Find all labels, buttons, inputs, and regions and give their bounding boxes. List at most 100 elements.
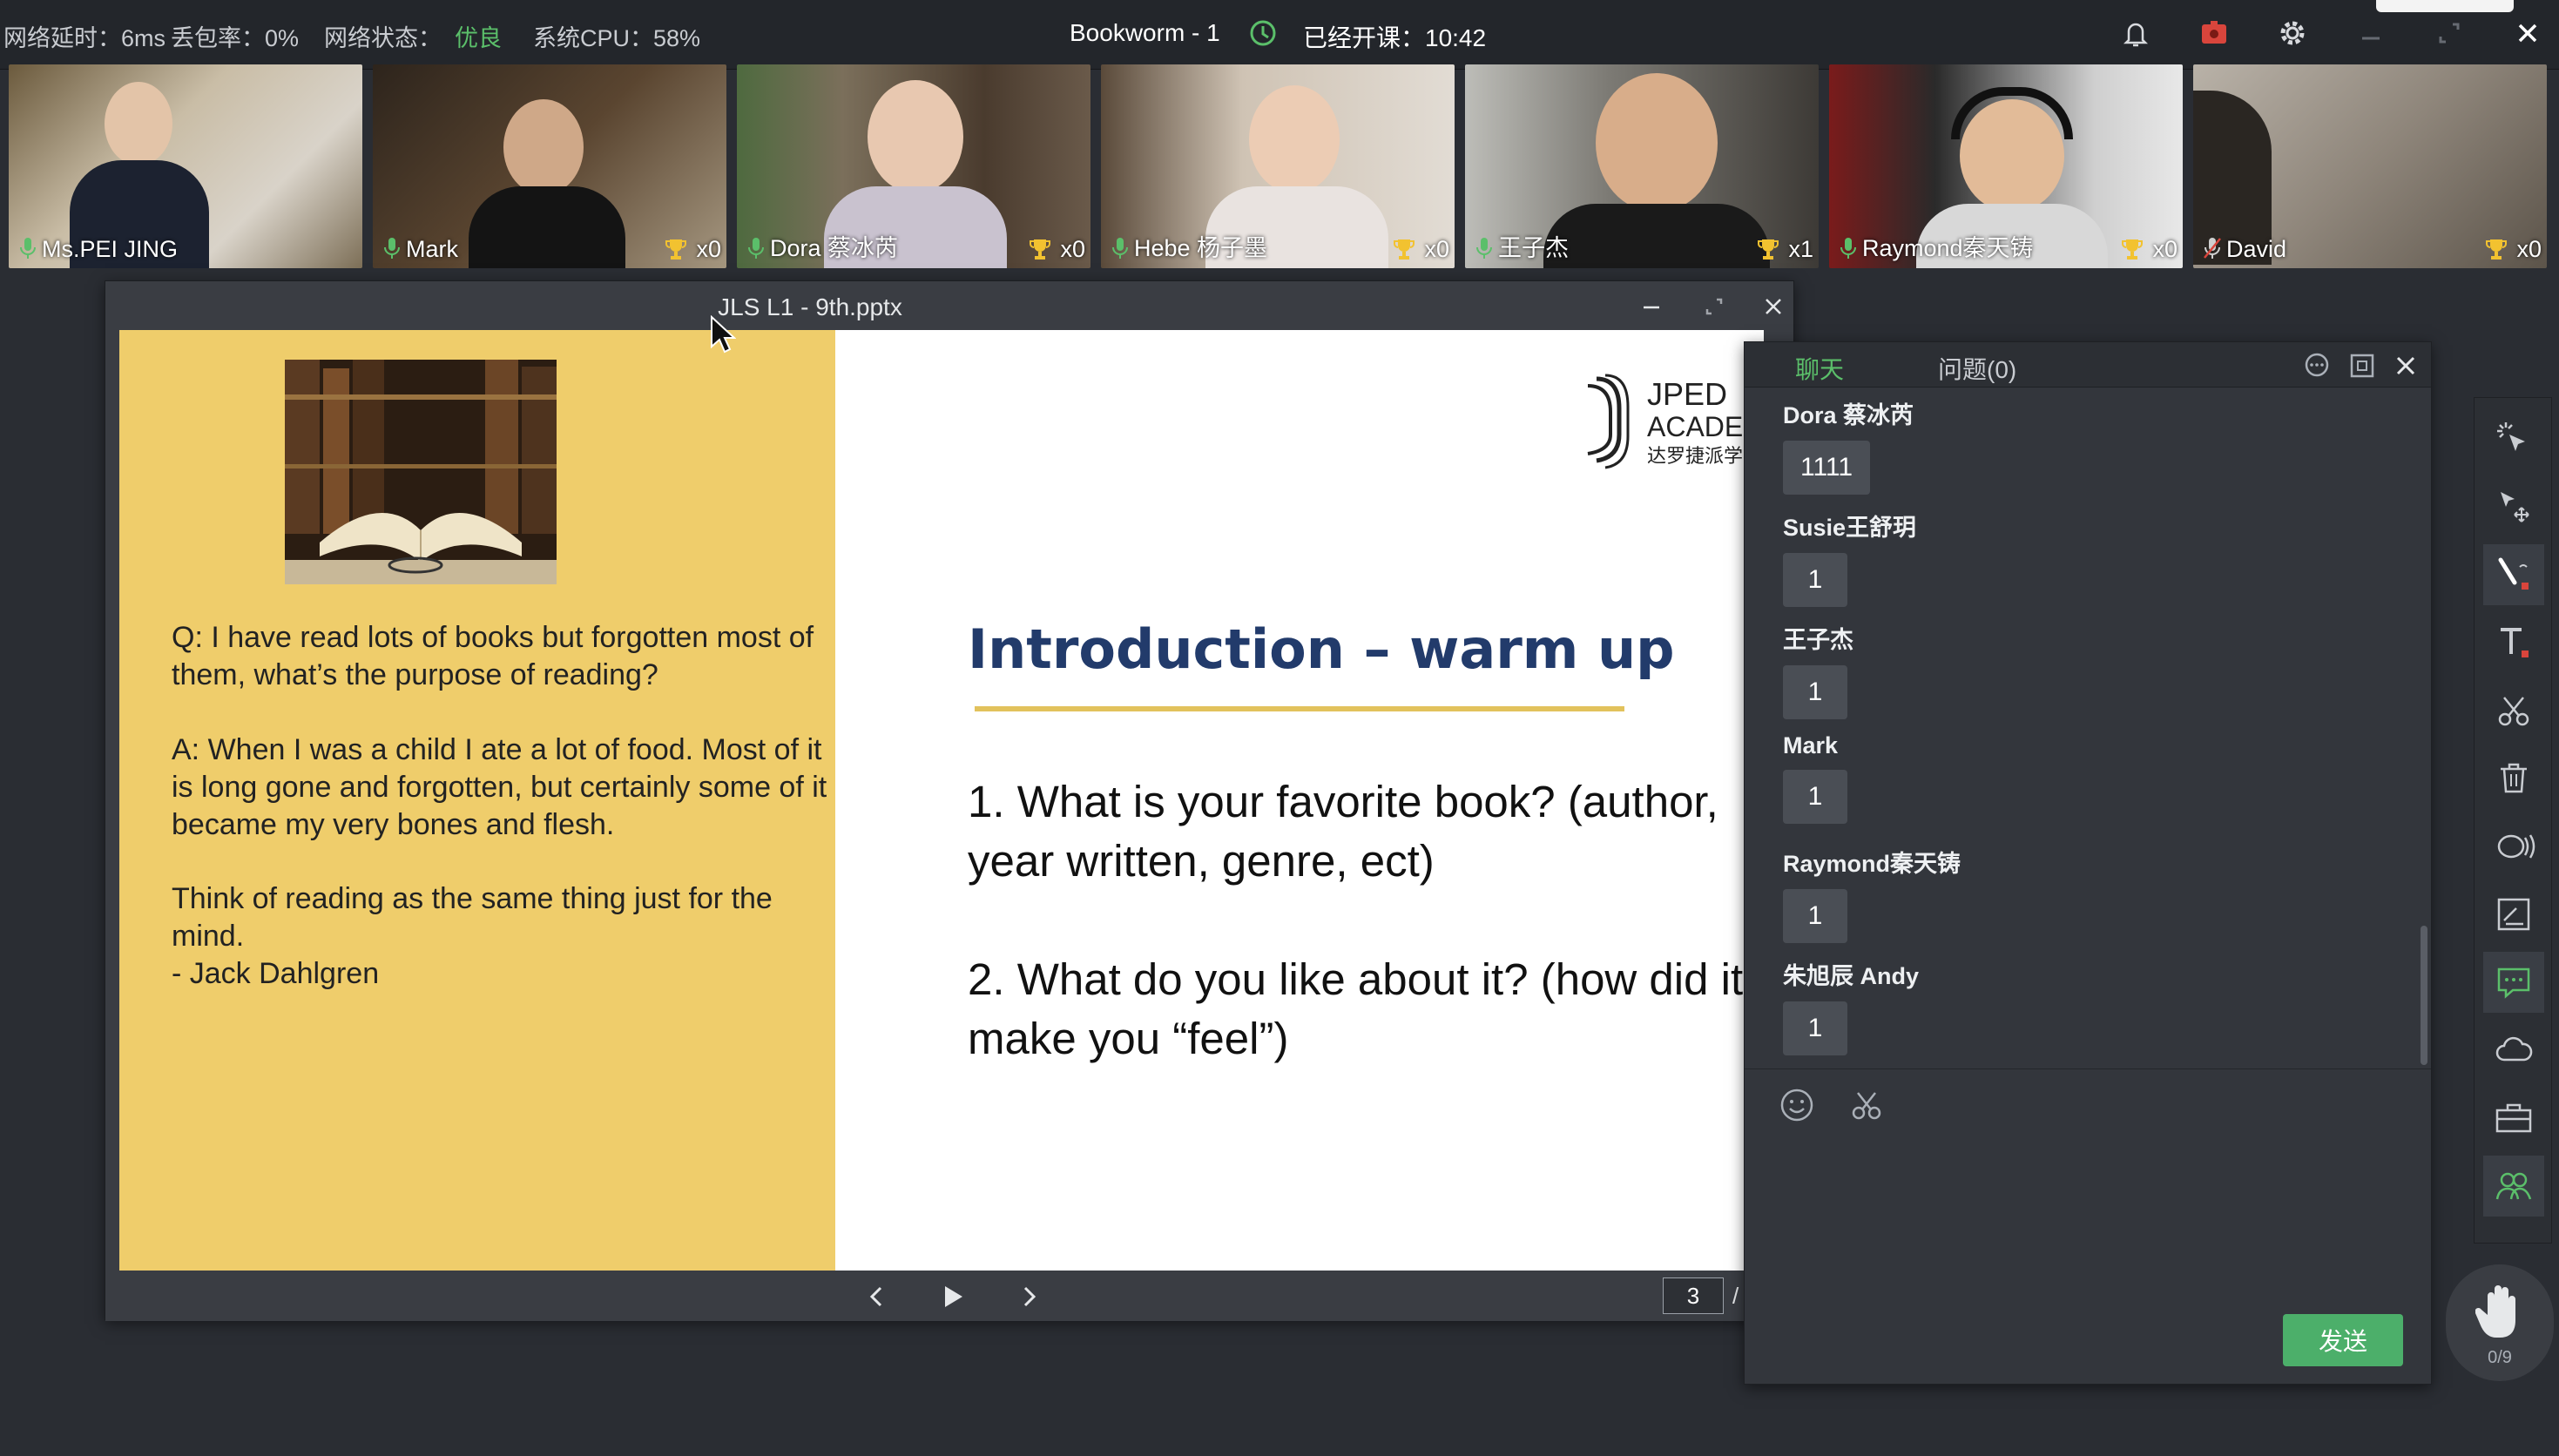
reward-count: x0: [2152, 236, 2178, 262]
tab-questions[interactable]: 问题(0): [1938, 351, 2016, 386]
video-tile[interactable]: Hebe 杨子墨 x0: [1101, 64, 1455, 268]
mic-icon: [20, 238, 36, 259]
gear-icon[interactable]: [2275, 16, 2310, 51]
laser-pointer-tool[interactable]: [2483, 408, 2544, 469]
slide-left-panel: Q: I have read lots of books but forgott…: [119, 330, 835, 1271]
message-bubble: 1: [1783, 1001, 1847, 1055]
message-bubble: 1: [1783, 665, 1847, 719]
chat-messages: Dora 蔡冰芮 1111 Susie王舒玥 1 王子杰 1 Mark 1 Ra…: [1745, 388, 2431, 1067]
scissors-icon[interactable]: [1847, 1086, 1886, 1124]
emoji-icon[interactable]: [1778, 1086, 1816, 1124]
chat-message: 朱旭辰 Andy 1: [1783, 957, 1919, 1055]
hand-icon: [2475, 1285, 2515, 1338]
chat-message: Dora 蔡冰芮 1111: [1783, 396, 1914, 495]
chat-bubble-icon[interactable]: [2302, 351, 2332, 381]
trophy-icon: [1758, 239, 1779, 260]
text-icon: [2501, 628, 2529, 657]
shapes-tool[interactable]: [2483, 816, 2544, 877]
slide-author: - Jack Dahlgren: [172, 957, 380, 990]
presentation-window: JLS L1 - 9th.pptx Q: I have read lots of…: [105, 280, 1794, 1321]
text-tool[interactable]: [2483, 612, 2544, 673]
video-tile[interactable]: Mark x0: [373, 64, 726, 268]
message-sender: Mark: [1783, 732, 1839, 758]
video-tile[interactable]: Dora 蔡冰芮 x0: [737, 64, 1090, 268]
participants-tool[interactable]: [2483, 1156, 2544, 1217]
message-sender: Susie王舒玥: [1783, 515, 1917, 541]
trophy-icon: [1394, 239, 1415, 260]
record-icon[interactable]: [2197, 16, 2232, 51]
prev-slide-icon[interactable]: [858, 1277, 896, 1316]
page-number-input[interactable]: 3: [1663, 1277, 1724, 1314]
delete-tool[interactable]: [2483, 748, 2544, 809]
video-tile[interactable]: Raymond秦天铸 x0: [1829, 64, 2183, 268]
tab-chat[interactable]: 聊天: [1795, 351, 1844, 386]
mic-icon: [1476, 238, 1492, 259]
message-bubble: 1111: [1783, 441, 1871, 495]
toolbox-icon: [2495, 1103, 2532, 1133]
popout-icon[interactable]: [2347, 351, 2377, 381]
raise-hand-button[interactable]: 0/9: [2446, 1264, 2554, 1381]
laser-pointer-icon: [2497, 422, 2525, 451]
participant-name: Ms.PEI JING: [42, 236, 179, 262]
chat-icon: [2497, 967, 2530, 999]
presentation-titlebar[interactable]: JLS L1 - 9th.pptx: [105, 281, 1793, 330]
chat-message: 王子杰 1: [1783, 621, 1853, 719]
chat-tool[interactable]: [2483, 952, 2544, 1013]
reward-count: x0: [1424, 236, 1449, 262]
logo-text-1: JPED: [1647, 376, 1727, 412]
logo-text-3: 达罗捷派学: [1647, 446, 1743, 468]
play-icon[interactable]: [933, 1277, 971, 1316]
packet-loss-stat: 丢包率：0%: [171, 25, 300, 51]
participant-face: [868, 80, 963, 193]
message-bubble: 1: [1783, 889, 1847, 943]
slide-title: Introduction – warm up: [968, 617, 1675, 681]
scissors-tool[interactable]: [2483, 680, 2544, 741]
send-button[interactable]: 发送: [2283, 1314, 2403, 1366]
message-bubble: 1: [1783, 770, 1847, 824]
minimize-icon[interactable]: [2353, 16, 2388, 51]
select-move-icon: [2501, 492, 2529, 522]
participant-face: [503, 99, 584, 195]
close-icon[interactable]: [1759, 292, 1788, 321]
bell-icon[interactable]: [2118, 16, 2153, 51]
maximize-icon[interactable]: [2432, 16, 2467, 51]
video-tile[interactable]: David x0: [2193, 64, 2547, 268]
video-tile[interactable]: 王子杰 x1: [1465, 64, 1819, 268]
chat-scrollbar[interactable]: [2421, 926, 2427, 1065]
chat-input[interactable]: [1762, 1135, 2415, 1300]
cloud-tool[interactable]: [2483, 1020, 2544, 1081]
maximize-icon[interactable]: [1699, 292, 1729, 321]
class-title: Bookworm - 1: [1070, 19, 1220, 46]
pen-tool[interactable]: [2483, 544, 2544, 605]
slide-right-panel: JPED ACADEM 达罗捷派学 Introduction – warm up…: [835, 330, 1764, 1271]
toolbox-tool[interactable]: [2483, 1088, 2544, 1149]
reward-count: x0: [2516, 236, 2542, 262]
select-move-tool[interactable]: [2483, 476, 2544, 537]
mic-icon: [1840, 238, 1856, 259]
chat-message: Susie王舒玥 1: [1783, 509, 1916, 607]
participant-name: David: [2226, 236, 2287, 262]
mic-icon: [748, 238, 764, 259]
trophy-icon: [2122, 239, 2143, 260]
whiteboard-tool[interactable]: [2483, 884, 2544, 945]
chat-panel: 聊天 问题(0) Dora 蔡冰芮 1111 Susie王舒玥 1 王子杰 1 …: [1744, 341, 2432, 1385]
slide-answer: A: When I was a child I ate a lot of foo…: [172, 733, 827, 841]
headphones: [1951, 87, 2073, 139]
video-tile[interactable]: Ms.PEI JING: [9, 64, 362, 268]
participant-body: [469, 186, 625, 268]
participant-face: [105, 82, 172, 165]
trash-icon: [2501, 763, 2527, 793]
close-icon[interactable]: [2510, 16, 2545, 51]
slide-question: Q: I have read lots of books but forgott…: [172, 621, 814, 691]
reward-count: x1: [1788, 236, 1813, 262]
minimize-icon[interactable]: [1637, 292, 1666, 321]
users-icon: [2495, 1172, 2532, 1200]
close-chat-icon[interactable]: [2391, 351, 2421, 381]
next-slide-icon[interactable]: [1009, 1277, 1048, 1316]
shapes-icon: [2497, 834, 2535, 859]
message-sender: Raymond秦天铸: [1783, 851, 1961, 877]
participant-face: [1249, 85, 1340, 193]
participant-name: Raymond秦天铸: [1862, 235, 2034, 261]
cpu-stat: 系统CPU：58%: [533, 25, 701, 51]
clock-icon: [1250, 20, 1276, 46]
